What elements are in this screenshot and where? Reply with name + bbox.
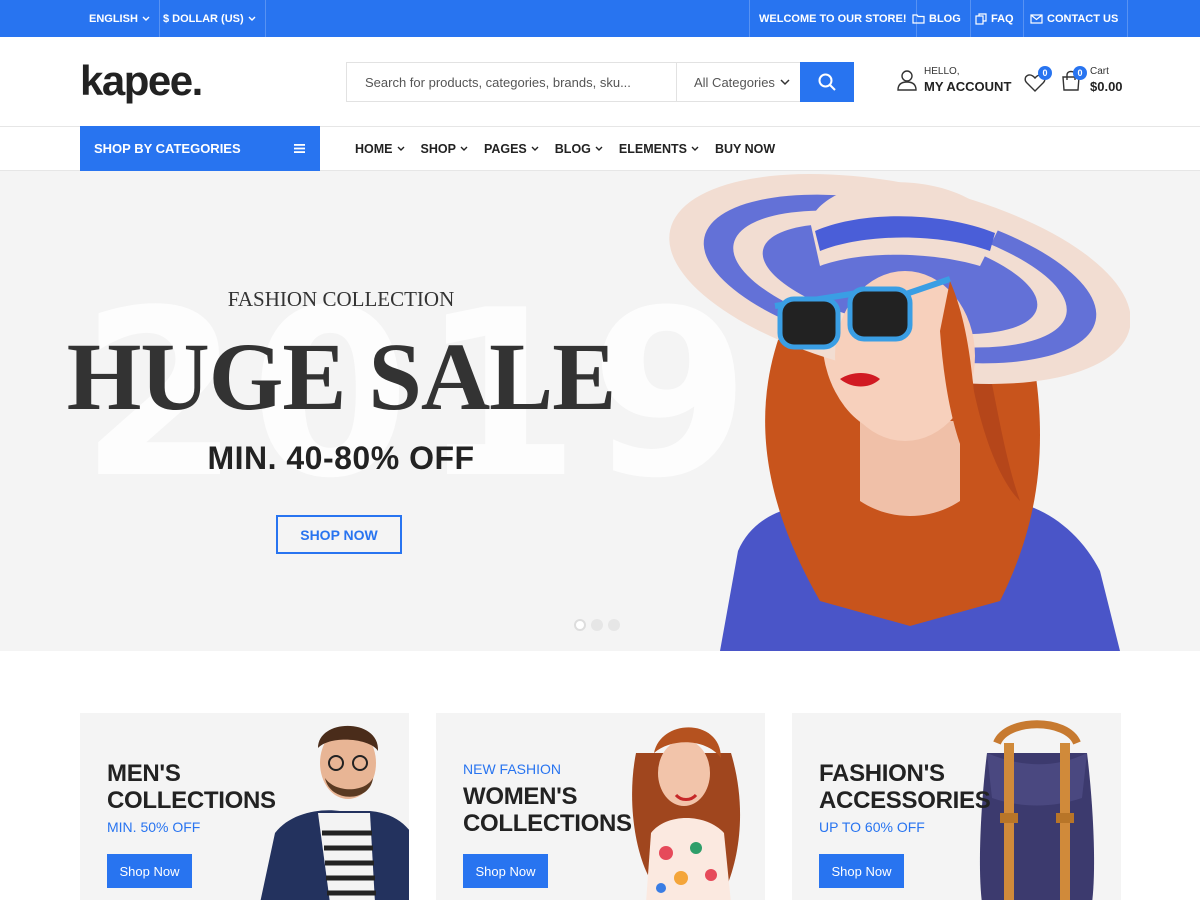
nav-item-label: SHOP <box>420 141 456 156</box>
user-icon <box>897 70 917 91</box>
contact-label: CONTACT US <box>1047 12 1119 25</box>
promo-card-shop-button[interactable]: Shop Now <box>819 854 904 888</box>
chevron-down-icon <box>595 146 603 151</box>
category-select-value: All Categories <box>694 74 775 90</box>
chevron-down-icon <box>531 146 539 151</box>
nav-menu: HOME SHOP PAGES BLOG ELEMENTS BUY NOW <box>355 127 791 170</box>
hero-slider: 2019 FASHION COLLECTION HUGE SALE MIN. 4… <box>0 171 1200 651</box>
nav-item-elements[interactable]: ELEMENTS <box>619 142 699 156</box>
chevron-down-icon <box>460 146 468 151</box>
folder-icon <box>912 14 925 24</box>
chevron-down-icon <box>691 146 699 151</box>
faq-label: FAQ <box>991 12 1014 25</box>
nav-item-buy-now[interactable]: BUY NOW <box>715 142 775 156</box>
mail-icon <box>1030 13 1043 24</box>
contact-link[interactable]: CONTACT US <box>1021 0 1129 37</box>
promo-card-shop-button[interactable]: Shop Now <box>463 854 548 888</box>
nav-item-blog[interactable]: BLOG <box>555 142 603 156</box>
hero-shop-now-button[interactable]: SHOP NOW <box>276 515 402 554</box>
slider-dots <box>574 619 620 631</box>
category-select[interactable]: All Categories <box>676 63 800 101</box>
promo-card-title-line: WOMEN'S <box>463 783 578 810</box>
faq-link[interactable]: FAQ <box>966 0 1024 37</box>
chevron-down-icon <box>780 78 790 85</box>
currency-selector[interactable]: $ DOLLAR (US) <box>154 0 266 37</box>
language-label: ENGLISH <box>89 12 138 25</box>
main-navigation: SHOP BY CATEGORIES HOME SHOP PAGES BLOG … <box>0 126 1200 171</box>
promo-card-title-line: COLLECTIONS <box>463 810 632 837</box>
welcome-text: WELCOME TO OUR STORE! <box>759 12 907 25</box>
blog-label: BLOG <box>929 12 961 25</box>
promo-card-subtitle: MIN. 50% OFF <box>107 819 201 835</box>
promo-card-title-line: MEN'S <box>107 760 181 787</box>
search-button[interactable] <box>800 62 854 102</box>
currency-label: $ DOLLAR (US) <box>163 12 244 25</box>
cart-count-badge: 0 <box>1073 66 1087 80</box>
nav-item-label: HOME <box>355 141 393 156</box>
nav-item-pages[interactable]: PAGES <box>484 142 539 156</box>
account-link[interactable]: HELLO, MY ACCOUNT <box>896 66 1011 94</box>
blog-link[interactable]: BLOG <box>903 0 971 37</box>
slider-dot[interactable] <box>591 619 603 631</box>
nav-item-home[interactable]: HOME <box>355 142 405 156</box>
hero-headline: HUGE SALE <box>66 323 616 430</box>
wishlist-count-badge: 0 <box>1038 66 1052 80</box>
promo-card-eyebrow: NEW FASHION <box>463 761 562 777</box>
cart-total: $0.00 <box>1090 79 1123 94</box>
promo-card-title-line: FASHION'S <box>819 760 945 787</box>
chevron-down-icon <box>248 16 256 21</box>
search-bar: All Categories <box>346 62 854 102</box>
copy-icon <box>975 12 987 25</box>
welcome-link[interactable]: WELCOME TO OUR STORE! <box>749 0 917 37</box>
promo-card-accessories[interactable]: FASHION'S ACCESSORIES UP TO 60% OFF Shop… <box>792 713 1121 900</box>
promo-card-title-line: ACCESSORIES <box>819 787 991 814</box>
language-selector[interactable]: ENGLISH <box>80 0 160 37</box>
cart-label: Cart <box>1090 66 1109 77</box>
nav-item-label: PAGES <box>483 141 527 156</box>
account-greeting: HELLO, <box>924 66 960 77</box>
promo-card-shop-button[interactable]: Shop Now <box>107 854 192 888</box>
promo-card-title: FASHION'S ACCESSORIES <box>819 760 991 814</box>
hamburger-menu-icon <box>294 144 305 153</box>
promo-card-women[interactable]: NEW FASHION WOMEN'S COLLECTIONS Shop Now <box>436 713 765 900</box>
account-label: MY ACCOUNT <box>924 79 1012 94</box>
top-bar: ENGLISH $ DOLLAR (US) WELCOME TO OUR STO… <box>0 0 1200 37</box>
hero-subtitle: FASHION COLLECTION <box>227 287 455 311</box>
chevron-down-icon <box>142 16 150 21</box>
slider-dot[interactable] <box>574 619 586 631</box>
promo-card-title-line: COLLECTIONS <box>107 787 276 814</box>
site-logo[interactable]: kapee. <box>80 56 203 106</box>
wishlist-button[interactable]: 0 <box>1024 66 1052 94</box>
nav-item-label: ELEMENTS <box>618 141 687 156</box>
promo-card-title: MEN'S COLLECTIONS <box>107 760 276 814</box>
promo-card-subtitle: UP TO 60% OFF <box>819 819 925 835</box>
search-input[interactable] <box>347 63 676 101</box>
cart-button[interactable]: 0 Cart $0.00 <box>1060 66 1123 94</box>
nav-item-shop[interactable]: SHOP <box>421 142 468 156</box>
search-icon <box>818 73 836 91</box>
promo-card-men[interactable]: MEN'S COLLECTIONS MIN. 50% OFF Shop Now <box>80 713 409 900</box>
shop-by-categories-button[interactable]: SHOP BY CATEGORIES <box>80 126 320 171</box>
chevron-down-icon <box>397 146 404 151</box>
hero-offer: MIN. 40-80% OFF <box>207 440 475 476</box>
promo-card-title: WOMEN'S COLLECTIONS <box>463 783 632 837</box>
nav-item-label: BLOG <box>554 141 591 156</box>
hero-model-image <box>669 174 1130 651</box>
nav-item-label: BUY NOW <box>714 141 776 156</box>
shop-by-categories-label: SHOP BY CATEGORIES <box>94 141 241 156</box>
slider-dot[interactable] <box>608 619 620 631</box>
